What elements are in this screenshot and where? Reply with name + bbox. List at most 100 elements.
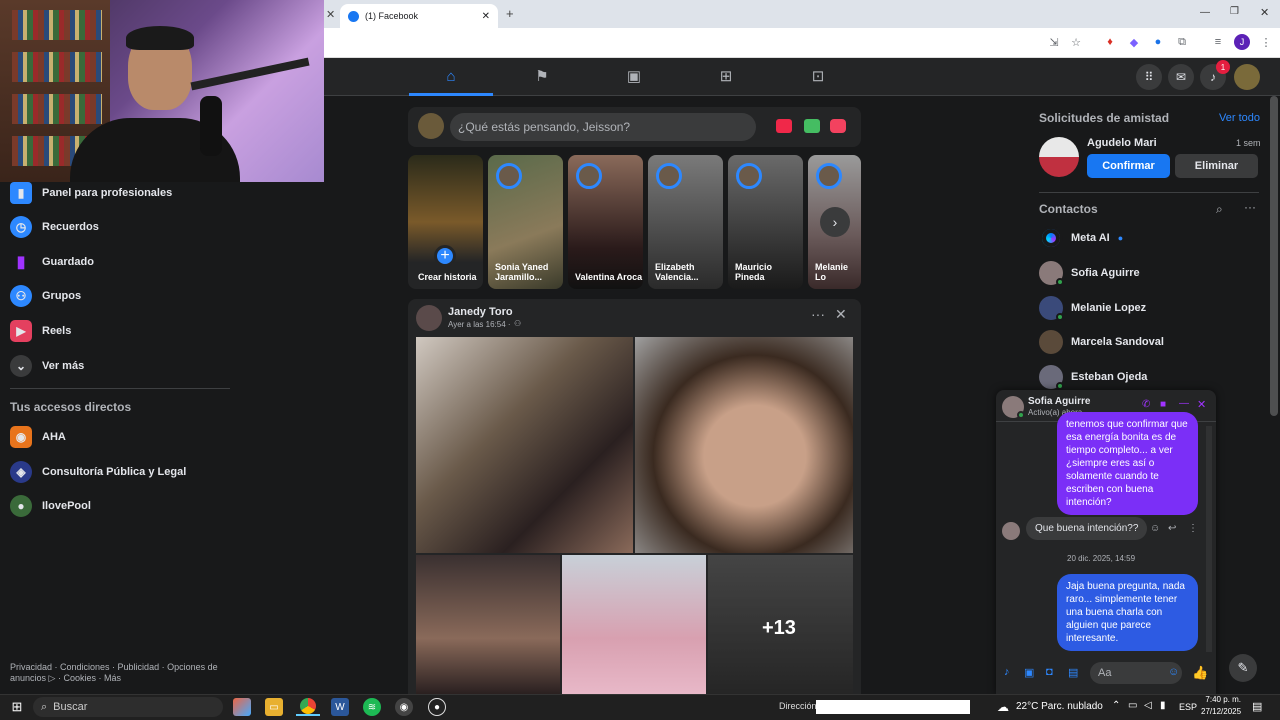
profile-avatar[interactable]: J xyxy=(1234,34,1250,50)
word-icon[interactable]: W xyxy=(331,698,349,716)
app-icon[interactable]: ◉ xyxy=(395,698,413,716)
gaming-icon[interactable]: ⊡ xyxy=(806,66,830,86)
puzzle-icon[interactable]: ⧉ xyxy=(1174,34,1190,50)
chevron-right-icon[interactable]: › xyxy=(820,207,850,237)
chat-name[interactable]: Sofia Aguirre xyxy=(1028,396,1090,407)
sidebar-item-panel[interactable]: ▮ Panel para profesionales xyxy=(10,179,172,207)
clock-date[interactable]: 27/12/2025 xyxy=(1201,707,1241,716)
close-icon[interactable]: ✕ xyxy=(482,11,490,22)
home-icon[interactable]: ⌂ xyxy=(439,66,463,86)
weather-text[interactable]: 22°C Parc. nublado xyxy=(1016,701,1103,712)
post-photo[interactable]: +13 xyxy=(708,555,853,694)
post-photo[interactable] xyxy=(416,555,560,694)
photo-icon[interactable] xyxy=(804,119,820,133)
confirm-button[interactable]: Confirmar xyxy=(1087,154,1170,178)
more-options-icon[interactable]: ··· xyxy=(811,306,825,322)
post-author[interactable]: Janedy Toro xyxy=(448,306,513,318)
search-icon[interactable]: ⌕ xyxy=(1216,202,1223,217)
url-bar[interactable] xyxy=(330,32,1042,54)
sidebar-item-grupos[interactable]: ⚇ Grupos xyxy=(10,282,81,310)
footer-links[interactable]: Privacidad · Condiciones · Publicidad · … xyxy=(10,662,230,684)
chrome-icon[interactable] xyxy=(296,698,320,716)
weather-icon[interactable]: ☁ xyxy=(994,698,1012,716)
video-call-icon[interactable]: ■ xyxy=(1160,399,1166,410)
contact-esteban-ojeda[interactable]: Esteban Ojeda xyxy=(1039,364,1147,390)
chevron-up-icon[interactable]: ⌃ xyxy=(1112,700,1120,711)
contact-sofia-aguirre[interactable]: Sofia Aguirre xyxy=(1039,260,1140,286)
install-icon[interactable]: ⇲ xyxy=(1046,34,1062,50)
browser-tab[interactable]: (1) Facebook ✕ xyxy=(340,4,498,28)
story-card[interactable]: Elizabeth Valencia... xyxy=(648,155,723,289)
language-indicator[interactable]: ESP xyxy=(1179,702,1197,712)
emoji-icon[interactable]: ☺ xyxy=(1168,666,1179,678)
extension-icon[interactable]: ♦ xyxy=(1102,34,1118,50)
obs-icon[interactable]: ● xyxy=(428,698,446,716)
new-message-icon[interactable]: ✎ xyxy=(1229,654,1257,682)
kebab-menu-icon[interactable]: ⋮ xyxy=(1258,34,1274,50)
extension-icon[interactable]: ◆ xyxy=(1126,34,1142,50)
emoji-react-icon[interactable]: ☺ xyxy=(1150,523,1160,534)
request-name[interactable]: Agudelo Mari xyxy=(1087,137,1157,149)
close-window-icon[interactable]: ✕ xyxy=(1260,6,1269,19)
close-icon[interactable]: ✕ xyxy=(835,306,847,323)
contact-marcela-sandoval[interactable]: Marcela Sandoval xyxy=(1039,329,1164,355)
post-photo[interactable] xyxy=(416,337,633,553)
phone-icon[interactable]: ✆ xyxy=(1142,399,1150,410)
avatar[interactable] xyxy=(1002,396,1025,419)
see-all-link[interactable]: Ver todo xyxy=(1219,112,1260,124)
star-icon[interactable]: ☆ xyxy=(1068,34,1084,50)
clock-time[interactable]: 7:40 p. m. xyxy=(1203,695,1241,704)
close-icon[interactable]: ✕ xyxy=(1197,398,1206,411)
story-card[interactable]: Sonia Yaned Jaramillo... xyxy=(488,155,563,289)
post-time[interactable]: Ayer a las 16:54 · xyxy=(448,320,511,329)
chat-scrollbar[interactable] xyxy=(1206,426,1212,652)
menu-grid-icon[interactable]: ⠿ xyxy=(1136,64,1162,90)
video-icon[interactable]: ▣ xyxy=(622,66,646,86)
windows-start-icon[interactable]: ⊞ xyxy=(8,698,26,716)
spotify-icon[interactable]: ≋ xyxy=(363,698,381,716)
media-icon[interactable]: ≡ xyxy=(1210,34,1226,50)
file-explorer-icon[interactable]: ▭ xyxy=(265,698,283,716)
more-options-icon[interactable]: ··· xyxy=(1244,200,1256,214)
composer-input[interactable]: ¿Qué estás pensando, Jeisson? xyxy=(450,113,756,141)
sticker-icon[interactable]: ◘ xyxy=(1046,666,1053,678)
avatar[interactable] xyxy=(416,305,442,331)
network-icon[interactable]: ▭ xyxy=(1128,700,1137,711)
page-scrollbar[interactable] xyxy=(1270,96,1278,416)
address-input[interactable] xyxy=(816,700,970,714)
taskbar-search[interactable]: ⌕ Buscar xyxy=(33,697,223,717)
minimize-icon[interactable]: — xyxy=(1179,398,1189,409)
minimize-icon[interactable]: — xyxy=(1200,7,1210,18)
avatar[interactable] xyxy=(1039,137,1079,177)
shortcut-aha[interactable]: ◉ AHA xyxy=(10,423,66,451)
mic-icon[interactable]: ♪ xyxy=(1004,666,1010,678)
new-tab-button[interactable]: + xyxy=(506,6,514,21)
sidebar-item-reels[interactable]: ▶ Reels xyxy=(10,317,71,345)
sidebar-item-ver-mas[interactable]: ⌄ Ver más xyxy=(10,352,84,380)
avatar[interactable] xyxy=(418,113,444,139)
volume-icon[interactable]: ◁ xyxy=(1144,700,1152,711)
shortcut-consultoria[interactable]: ◈ Consultoría Pública y Legal xyxy=(10,458,186,486)
mic-icon[interactable]: ▮ xyxy=(1160,700,1166,711)
shortcut-ilovepool[interactable]: ● IlovePool xyxy=(10,492,91,520)
reel-icon[interactable] xyxy=(830,119,846,133)
sidebar-item-guardado[interactable]: ▮ Guardado xyxy=(10,248,94,276)
contact-meta-ai[interactable]: Meta AI ● xyxy=(1039,225,1123,251)
gif-icon[interactable]: ▤ xyxy=(1068,666,1078,679)
close-tab-icon[interactable]: ✕ xyxy=(326,8,335,21)
story-card[interactable]: Mauricio Pineda xyxy=(728,155,803,289)
contact-melanie-lopez[interactable]: Melanie Lopez xyxy=(1039,295,1146,321)
marketplace-icon[interactable]: ⊞ xyxy=(714,66,738,86)
image-icon[interactable]: ▣ xyxy=(1024,666,1034,679)
story-create[interactable]: + Crear historia xyxy=(408,155,483,289)
post-photo[interactable] xyxy=(635,337,853,553)
sidebar-item-recuerdos[interactable]: ◷ Recuerdos xyxy=(10,213,99,241)
more-options-icon[interactable]: ⋮ xyxy=(1188,523,1198,534)
extension-icon[interactable]: ● xyxy=(1150,34,1166,50)
restore-icon[interactable]: ❐ xyxy=(1230,6,1239,17)
messenger-icon[interactable]: ✉ xyxy=(1168,64,1194,90)
copilot-icon[interactable] xyxy=(233,698,251,716)
story-card[interactable]: Valentina Aroca xyxy=(568,155,643,289)
like-icon[interactable]: 👍 xyxy=(1192,665,1208,681)
delete-button[interactable]: Eliminar xyxy=(1175,154,1258,178)
